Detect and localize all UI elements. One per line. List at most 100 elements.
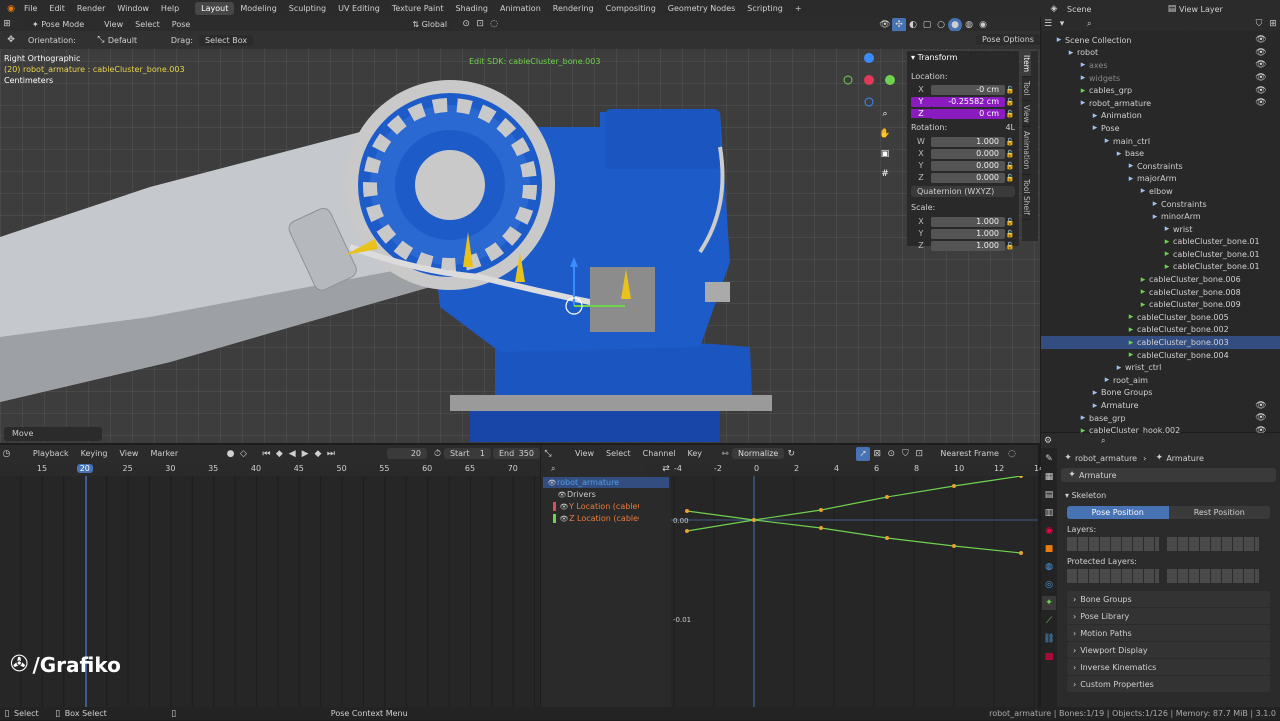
- bone-constraint-tab-icon[interactable]: ⛓: [1042, 632, 1056, 646]
- workspace-tab-uv-editing[interactable]: UV Editing: [332, 2, 386, 15]
- channel-visibility-icon[interactable]: 👁: [547, 476, 557, 490]
- panel-pose-library[interactable]: › Pose Library: [1067, 608, 1270, 624]
- outliner-row[interactable]: ▸ Constraints: [1041, 160, 1280, 173]
- outliner-row[interactable]: ▸ cableCluster_bone.01: [1041, 248, 1280, 261]
- channel-visibility-icon[interactable]: 👁: [559, 512, 569, 526]
- sidebar-tab-tool-shelf[interactable]: Tool Shelf: [1022, 175, 1031, 220]
- graph-menu-select[interactable]: Select: [600, 449, 637, 458]
- graph-canvas[interactable]: 0.00 -0.01: [671, 476, 1038, 707]
- graph-menu-view[interactable]: View: [569, 449, 600, 458]
- workspace-tab-compositing[interactable]: Compositing: [600, 2, 662, 15]
- tool-tab-icon[interactable]: ✎: [1042, 452, 1056, 466]
- menu-window[interactable]: Window: [111, 4, 155, 13]
- auto-normalize-icon[interactable]: ↻: [784, 447, 798, 461]
- outliner-row[interactable]: ▸ wrist_ctrl: [1041, 361, 1280, 374]
- visibility-eye-icon[interactable]: 👁: [1254, 96, 1268, 110]
- timeline-menu-playback[interactable]: Playback: [27, 449, 75, 458]
- scale-x-field[interactable]: 1.000: [931, 216, 1005, 227]
- sidebar-tab-animation[interactable]: Animation: [1022, 127, 1031, 175]
- jump-key-fwd-icon[interactable]: ◆: [312, 447, 325, 461]
- texture-tab-icon[interactable]: ▩: [1042, 650, 1056, 664]
- gizmo-toggle-icon[interactable]: ✣: [892, 18, 906, 32]
- outliner-row[interactable]: ▸ wrist: [1041, 223, 1280, 236]
- outliner-row[interactable]: ▸ main_ctrl: [1041, 135, 1280, 148]
- panel-inverse-kinematics[interactable]: › Inverse Kinematics: [1067, 659, 1270, 675]
- outliner-row[interactable]: ▸ cableCluster_bone.008: [1041, 286, 1280, 299]
- workspace-tab-sculpting[interactable]: Sculpting: [283, 2, 332, 15]
- solid-shading-icon[interactable]: ●: [948, 18, 962, 32]
- normalize-icon[interactable]: ⇿: [718, 447, 732, 461]
- pose-options-dropdown[interactable]: Pose Options: [976, 34, 1040, 45]
- keyframe-point[interactable]: [952, 484, 956, 488]
- outliner-row[interactable]: ▸ elbow: [1041, 185, 1280, 198]
- view-layer-tab-icon[interactable]: ▥: [1042, 506, 1056, 520]
- orientation-default-dropdown[interactable]: Default: [108, 36, 163, 45]
- bone-tab-icon[interactable]: ⟋: [1042, 614, 1056, 628]
- camera-icon[interactable]: ▣: [878, 147, 892, 161]
- zoom-icon[interactable]: ⌕: [878, 107, 892, 121]
- menu-edit[interactable]: Edit: [43, 4, 71, 13]
- pivot-icon[interactable]: ⊙: [459, 17, 473, 31]
- outliner-row[interactable]: ▸ Armature 👁: [1041, 399, 1280, 412]
- grid-icon[interactable]: #: [878, 167, 892, 181]
- armature-data-tab-icon[interactable]: ✦: [1042, 596, 1056, 610]
- outliner-row[interactable]: ▸ Pose: [1041, 122, 1280, 135]
- scene-tab-icon[interactable]: ◉: [1042, 524, 1056, 538]
- workspace-tab-modeling[interactable]: Modeling: [234, 2, 282, 15]
- nav-gizmo-z[interactable]: [864, 53, 874, 63]
- channel-row[interactable]: 👁 Drivers: [543, 489, 669, 500]
- output-tab-icon[interactable]: ▤: [1042, 488, 1056, 502]
- proportional-icon[interactable]: ◌: [487, 17, 501, 31]
- lock-icon[interactable]: 🔓: [1005, 107, 1015, 121]
- 3d-viewport[interactable]: Right Orthographic (20) robot_armature :…: [0, 17, 1040, 443]
- workspace-tab-scripting[interactable]: Scripting: [741, 2, 789, 15]
- outliner-row[interactable]: ▸ Animation: [1041, 110, 1280, 123]
- sidebar-tab-tool[interactable]: Tool: [1022, 77, 1031, 101]
- scale-y-field[interactable]: 1.000: [931, 228, 1005, 239]
- location-z-field[interactable]: 0 cm: [931, 108, 1005, 119]
- menu-file[interactable]: File: [18, 4, 43, 13]
- outliner-row[interactable]: ▸ robot 👁: [1041, 47, 1280, 60]
- keyframe-point[interactable]: [952, 544, 956, 548]
- view-layer-selector[interactable]: ▤ View Layer: [1165, 2, 1223, 16]
- nav-gizmo-y[interactable]: [885, 75, 895, 85]
- rotation-w-field[interactable]: 1.000: [931, 136, 1005, 147]
- nav-gizmo-neg-y[interactable]: [843, 75, 853, 85]
- location-y-field[interactable]: -0.25582 cm: [931, 96, 1005, 107]
- properties-editor-icon[interactable]: ⚙: [1041, 434, 1055, 448]
- jump-start-icon[interactable]: ⏮: [260, 447, 273, 461]
- nav-gizmo-x[interactable]: [864, 75, 874, 85]
- play-icon[interactable]: ▶: [299, 447, 312, 461]
- transform-header[interactable]: ▾ Transform: [907, 51, 1019, 64]
- lock-icon[interactable]: 🔓: [1005, 171, 1015, 185]
- last-operator-panel[interactable]: Move: [4, 427, 102, 441]
- rest-position-button[interactable]: Rest Position: [1168, 506, 1270, 519]
- outliner-row[interactable]: ▸ widgets 👁: [1041, 72, 1280, 85]
- outliner-row[interactable]: ▸ root_aim: [1041, 374, 1280, 387]
- end-frame-field[interactable]: End 350: [492, 448, 540, 459]
- protected-grid-right[interactable]: [1167, 569, 1259, 583]
- move-tool-icon[interactable]: ✥: [4, 33, 18, 47]
- outliner-row[interactable]: ▸ cableCluster_bone.002: [1041, 324, 1280, 337]
- outliner-row[interactable]: ▸ cableCluster_bone.009: [1041, 298, 1280, 311]
- protected-layer-grid[interactable]: [1067, 569, 1270, 583]
- start-frame-field[interactable]: Start 1: [443, 448, 491, 459]
- z-location-curve[interactable]: [686, 519, 1022, 554]
- orientation-dropdown[interactable]: ⇅ Global: [406, 18, 454, 30]
- panel-viewport-display[interactable]: › Viewport Display: [1067, 642, 1270, 658]
- outliner-row[interactable]: ▸ axes 👁: [1041, 59, 1280, 72]
- rotation-z-field[interactable]: 0.000: [931, 172, 1005, 183]
- normalize-toggle[interactable]: Normalize: [732, 448, 785, 459]
- only-selected-icon[interactable]: ➚: [856, 446, 871, 461]
- rotation-y-field[interactable]: 0.000: [931, 160, 1005, 171]
- nav-gizmo-neg-z[interactable]: [864, 97, 874, 107]
- jump-key-back-icon[interactable]: ◆: [273, 447, 286, 461]
- timeline-editor[interactable]: [0, 445, 540, 720]
- timeline-editor-icon[interactable]: ◷: [0, 447, 13, 461]
- editor-type-icon[interactable]: ⊞: [0, 17, 14, 31]
- material-shading-icon[interactable]: ◍: [962, 18, 976, 32]
- rotation-lock-mode[interactable]: 4L: [1005, 123, 1015, 132]
- layer-grid-left[interactable]: [1067, 537, 1159, 551]
- viewport-menu-select[interactable]: Select: [129, 20, 166, 29]
- outliner-row[interactable]: ▸ cableCluster_bone.006: [1041, 273, 1280, 286]
